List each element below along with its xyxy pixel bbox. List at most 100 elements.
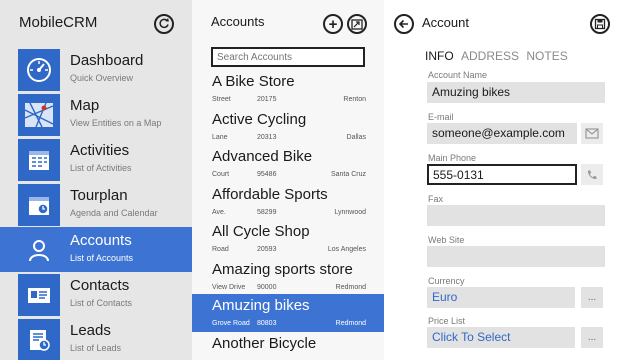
plus-icon: + [328, 15, 338, 33]
account-name: Active Cycling [212, 111, 307, 128]
accounts-list-pane: Accounts + A Bike Store Street 20175 Ren… [192, 0, 384, 360]
account-name-label: Account Name [428, 70, 488, 80]
account-row[interactable]: Another Bicycle [192, 332, 384, 360]
account-person-icon [18, 229, 60, 271]
account-zip: 95486 [257, 171, 277, 178]
price-list-label: Price List [428, 316, 466, 326]
price-list-lookup-button[interactable]: ... [581, 327, 603, 348]
account-name: Advanced Bike [212, 148, 313, 165]
nav-item-tourplan[interactable]: Tourplan Agenda and Calendar [0, 182, 192, 227]
nav-label-dashboard: Dashboard [70, 52, 144, 69]
phone-icon [587, 170, 597, 179]
account-city: Renton [343, 96, 366, 103]
nav-sub-activities: List of Activities [70, 163, 132, 173]
currency-field[interactable]: Euro [427, 287, 575, 308]
back-arrow-icon [398, 19, 408, 29]
account-city: Redmond [335, 320, 366, 327]
account-street: Lane [212, 134, 228, 141]
email-field[interactable]: someone@example.com [427, 123, 577, 144]
search-accounts-input[interactable] [211, 47, 365, 67]
nav-label-map: Map [70, 97, 100, 114]
nav-label-activities: Activities [70, 142, 130, 159]
leads-icon [18, 319, 60, 360]
account-row[interactable]: Active Cycling Lane 20313 Dallas [192, 108, 384, 146]
account-row[interactable]: Amazing sports store View Drive 90000 Re… [192, 258, 384, 296]
account-row[interactable]: All Cycle Shop Road 20593 Los Angeles [192, 220, 384, 258]
account-zip: 58299 [257, 209, 277, 216]
currency-lookup-button[interactable]: ... [581, 287, 603, 308]
map-icon [18, 94, 60, 136]
tab-address[interactable]: ADDRESS [461, 49, 519, 63]
accounts-title: Accounts [211, 14, 265, 29]
send-email-button[interactable] [581, 123, 603, 144]
tab-notes[interactable]: NOTES [526, 49, 567, 63]
account-city: Lynnwood [334, 209, 366, 216]
account-city: Los Angeles [327, 246, 366, 253]
export-button[interactable] [347, 14, 367, 34]
nav-label-contacts: Contacts [70, 277, 130, 294]
nav-sub-contacts: List of Contacts [70, 298, 133, 308]
fax-label: Fax [428, 194, 444, 204]
account-name: Amuzing bikes [212, 297, 310, 314]
activities-icon [18, 139, 60, 181]
contacts-card-icon [18, 274, 60, 316]
nav-label-tourplan: Tourplan [70, 187, 128, 204]
nav-item-map[interactable]: Map View Entities on a Map [0, 92, 192, 137]
account-street: Ave. [212, 209, 226, 216]
nav-item-activities[interactable]: Activities List of Activities [0, 137, 192, 182]
fax-field[interactable] [427, 205, 605, 226]
nav-sub-dashboard: Quick Overview [70, 73, 134, 83]
envelope-icon [585, 128, 599, 139]
web-site-label: Web Site [428, 235, 465, 245]
account-row[interactable]: Affordable Sports Ave. 58299 Lynnwood [192, 183, 384, 221]
account-name: A Bike Store [212, 73, 295, 90]
dashboard-icon [18, 49, 60, 91]
nav-item-leads[interactable]: Leads List of Leads [0, 317, 192, 360]
nav-sub-map: View Entities on a Map [70, 118, 162, 128]
calendar-icon [18, 184, 60, 226]
detail-tabs: INFO ADDRESS NOTES [425, 49, 572, 63]
currency-label: Currency [428, 276, 465, 286]
back-button[interactable] [394, 14, 414, 34]
account-street: Court [212, 171, 230, 178]
account-row-selected[interactable]: Amuzing bikes Grove Road 80803 Redmond [192, 294, 384, 332]
account-zip: 20175 [257, 96, 277, 103]
account-city: Dallas [346, 134, 366, 141]
account-name: Another Bicycle [212, 335, 317, 352]
account-name: Affordable Sports [212, 186, 328, 203]
account-name: Amazing sports store [212, 261, 353, 278]
web-site-field[interactable] [427, 246, 605, 267]
price-list-field[interactable]: Click To Select [427, 327, 575, 348]
sync-button[interactable] [154, 14, 174, 34]
account-name: All Cycle Shop [212, 223, 310, 240]
account-detail-pane: Account INFO ADDRESS NOTES Account Name … [384, 0, 640, 360]
nav-item-accounts[interactable]: Accounts List of Accounts [0, 227, 192, 272]
add-account-button[interactable]: + [323, 14, 343, 34]
email-label: E-mail [428, 112, 454, 122]
ellipsis-icon: ... [587, 332, 597, 343]
save-button[interactable] [590, 14, 610, 34]
nav-item-contacts[interactable]: Contacts List of Contacts [0, 272, 192, 317]
account-name-field[interactable]: Amuzing bikes [427, 82, 605, 103]
account-street: View Drive [212, 284, 246, 291]
nav-sub-tourplan: Agenda and Calendar [70, 208, 158, 218]
detail-title: Account [422, 15, 469, 30]
account-row[interactable]: Advanced Bike Court 95486 Santa Cruz [192, 145, 384, 183]
nav-sub-leads: List of Leads [70, 343, 122, 353]
call-phone-button[interactable] [581, 164, 603, 185]
app-title: MobileCRM [19, 14, 98, 31]
account-zip: 20313 [257, 134, 277, 141]
account-street: Road [212, 246, 229, 253]
account-zip: 20593 [257, 246, 277, 253]
tab-info[interactable]: INFO [425, 49, 454, 63]
main-phone-field[interactable]: 555-0131 [427, 164, 577, 185]
nav-label-leads: Leads [70, 322, 111, 339]
ellipsis-icon: ... [587, 292, 597, 303]
account-zip: 80803 [257, 320, 277, 327]
nav-header: MobileCRM [0, 0, 192, 46]
main-phone-label: Main Phone [428, 153, 477, 163]
account-city: Santa Cruz [330, 171, 366, 178]
nav-label-accounts: Accounts [70, 232, 132, 249]
account-row[interactable]: A Bike Store Street 20175 Renton [192, 70, 384, 108]
nav-item-dashboard[interactable]: Dashboard Quick Overview [0, 47, 192, 92]
